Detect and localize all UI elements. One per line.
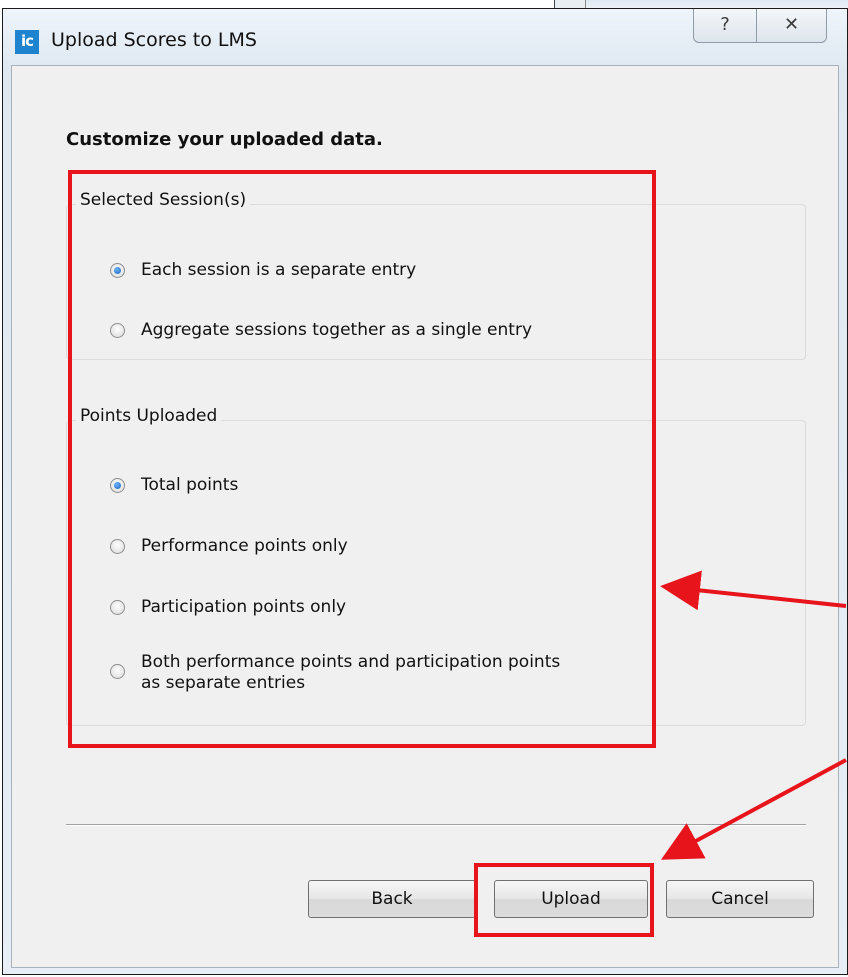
radio-label: Performance points only <box>141 536 348 556</box>
close-button[interactable]: ✕ <box>757 9 827 43</box>
selected-sessions-legend: Selected Session(s) <box>76 190 251 210</box>
points-uploaded-legend: Points Uploaded <box>76 406 222 426</box>
upload-scores-dialog: ic Upload Scores to LMS ? ✕ Customize yo… <box>2 8 848 975</box>
radio-participation-points-only[interactable]: Participation points only <box>110 597 346 618</box>
radio-button[interactable] <box>110 323 125 338</box>
screenshot-stage: ic Upload Scores to LMS ? ✕ Customize yo… <box>0 0 848 977</box>
radio-total-points[interactable]: Total points <box>110 475 238 496</box>
radio-button[interactable] <box>110 664 125 679</box>
radio-both-points-separate[interactable]: Both performance points and participatio… <box>110 652 560 694</box>
window-title: Upload Scores to LMS <box>51 29 257 51</box>
back-button[interactable]: Back <box>308 880 476 918</box>
close-icon: ✕ <box>783 14 800 35</box>
radio-label: Aggregate sessions together as a single … <box>141 320 532 340</box>
cancel-button[interactable]: Cancel <box>666 880 814 918</box>
radio-label: Total points <box>141 475 239 495</box>
question-mark-icon: ? <box>720 14 730 35</box>
help-button[interactable]: ? <box>693 9 757 43</box>
app-logo-icon: ic <box>15 30 39 54</box>
radio-button[interactable] <box>110 539 125 554</box>
radio-button-checked[interactable] <box>110 263 125 278</box>
radio-performance-points-only[interactable]: Performance points only <box>110 536 348 557</box>
radio-button[interactable] <box>110 600 125 615</box>
radio-label: Participation points only <box>141 597 347 617</box>
title-bar[interactable]: ic Upload Scores to LMS ? ✕ <box>3 9 847 65</box>
footer-separator <box>66 824 806 826</box>
radio-each-session-separate[interactable]: Each session is a separate entry <box>110 260 416 281</box>
radio-button-checked[interactable] <box>110 478 125 493</box>
page-heading: Customize your uploaded data. <box>66 129 383 150</box>
radio-label: Both performance points and participatio… <box>141 652 560 694</box>
radio-label-line-1: Both performance points and participatio… <box>141 652 561 672</box>
radio-label: Each session is a separate entry <box>141 260 417 280</box>
radio-aggregate-sessions[interactable]: Aggregate sessions together as a single … <box>110 320 532 341</box>
radio-label-line-2: as separate entries <box>141 673 306 693</box>
dialog-body: Customize your uploaded data. Selected S… <box>11 65 839 968</box>
upload-button[interactable]: Upload <box>494 880 648 918</box>
